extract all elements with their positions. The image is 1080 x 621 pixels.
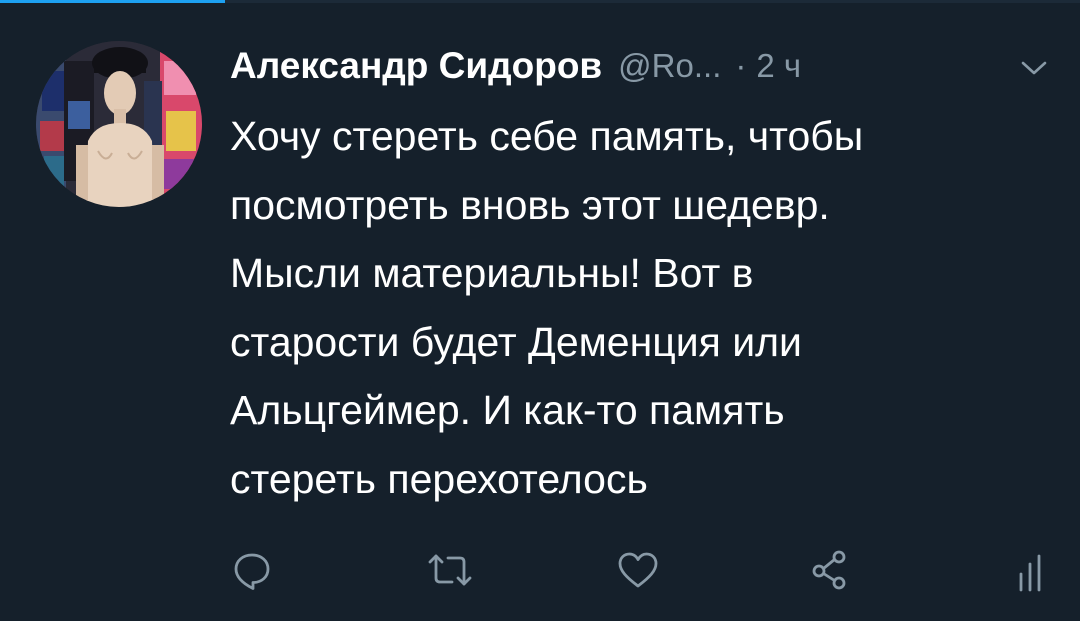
tweet-text: Хочу стереть себе память, чтобы посмотре… [230, 102, 1050, 513]
action-bar [0, 540, 1080, 600]
tweet-text-line: Хочу стереть себе память, чтобы [230, 113, 864, 159]
tweet-text-line: стереть перехотелось [230, 455, 648, 502]
tweet-text-line: старости будет Деменция или [230, 318, 802, 365]
avatar-image [36, 41, 202, 207]
tweet-text-line: Мысли материальны! Вот в [230, 250, 754, 296]
timestamp[interactable]: 2 ч [756, 47, 801, 85]
share-button[interactable] [800, 540, 860, 600]
retweet-icon [428, 554, 472, 586]
retweet-button[interactable] [420, 540, 480, 600]
like-button[interactable] [608, 540, 668, 600]
share-icon [812, 550, 846, 590]
tweet-text-line: Альцгеймер. И как-то память [230, 387, 785, 433]
author-handle[interactable]: @Ro... [618, 47, 721, 85]
avatar[interactable] [36, 41, 202, 207]
chevron-down-icon[interactable] [1020, 58, 1048, 78]
reply-button[interactable] [222, 540, 282, 600]
heart-icon [618, 552, 658, 588]
analytics-button[interactable] [1000, 540, 1060, 600]
author-name[interactable]: Александр Сидоров [230, 45, 602, 87]
tweet-header: Александр Сидоров @Ro... · 2 ч [230, 40, 801, 92]
separator-dot: · [735, 47, 747, 84]
tweet-text-line: посмотреть вновь этот шедевр. [230, 181, 830, 228]
analytics-icon [1019, 554, 1041, 592]
tab-indicator [0, 0, 225, 3]
reply-icon [234, 553, 270, 590]
